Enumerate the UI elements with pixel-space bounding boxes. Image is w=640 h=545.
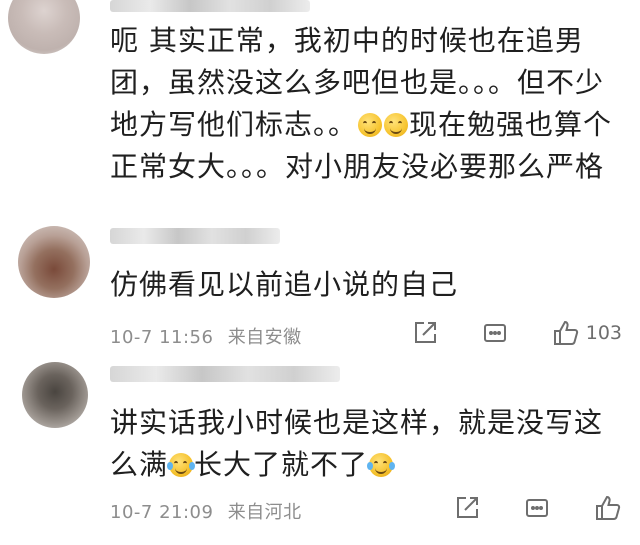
avatar[interactable] [18, 226, 90, 298]
comment-meta: 10-7 11:56 来自安徽 [110, 323, 302, 349]
comment-date: 10-7 11:56 [110, 327, 214, 348]
comment-actions [454, 494, 622, 522]
comment-1: 呃 其实正常，我初中的时候也在追男团，虽然没这么多吧但也是。。。但不少地方写他们… [0, 0, 640, 230]
share-button[interactable] [412, 320, 438, 346]
comment-text-part-2: 长大了就不了 [194, 448, 369, 481]
thumbs-up-icon [553, 320, 578, 345]
share-button[interactable] [454, 495, 480, 521]
username-blurred[interactable] [110, 228, 280, 244]
thumbs-up-icon [596, 495, 621, 520]
comment-location: 来自河北 [227, 502, 302, 523]
comment-text: 讲实话我小时候也是这样，就是没写这么满 长大了就不了 [110, 402, 620, 486]
comment-icon [483, 324, 506, 342]
reply-button[interactable] [482, 320, 508, 346]
comment-location: 来自安徽 [227, 327, 302, 348]
avatar[interactable] [8, 0, 80, 54]
avatar[interactable] [22, 362, 88, 428]
like-button[interactable] [594, 494, 622, 522]
like-count: 103 [585, 322, 622, 344]
reply-button[interactable] [524, 495, 550, 521]
username-blurred[interactable] [110, 366, 340, 382]
comment-meta: 10-7 21:09 来自河北 [110, 498, 302, 524]
smile-emoji-icon [384, 113, 409, 137]
username-blurred[interactable] [110, 0, 310, 12]
share-icon [457, 497, 478, 518]
laugh-cry-emoji-icon [167, 453, 196, 477]
comment-icon [526, 499, 548, 517]
smile-emoji-icon [358, 113, 383, 137]
comment-text: 仿佛看见以前追小说的自己 [110, 268, 459, 301]
comment-text: 呃 其实正常，我初中的时候也在追男团，虽然没这么多吧但也是。。。但不少地方写他们… [110, 20, 620, 188]
like-button[interactable]: 103 [552, 319, 622, 347]
laugh-cry-emoji-icon [367, 453, 396, 477]
comment-date: 10-7 21:09 [110, 502, 214, 523]
comment-actions: 103 [412, 319, 622, 347]
share-icon [414, 322, 436, 343]
comment-2: 仿佛看见以前追小说的自己 10-7 11:56 来自安徽 103 [0, 222, 640, 352]
comment-3: 讲实话我小时候也是这样，就是没写这么满 长大了就不了 10-7 21:09 来自河… [0, 360, 640, 545]
